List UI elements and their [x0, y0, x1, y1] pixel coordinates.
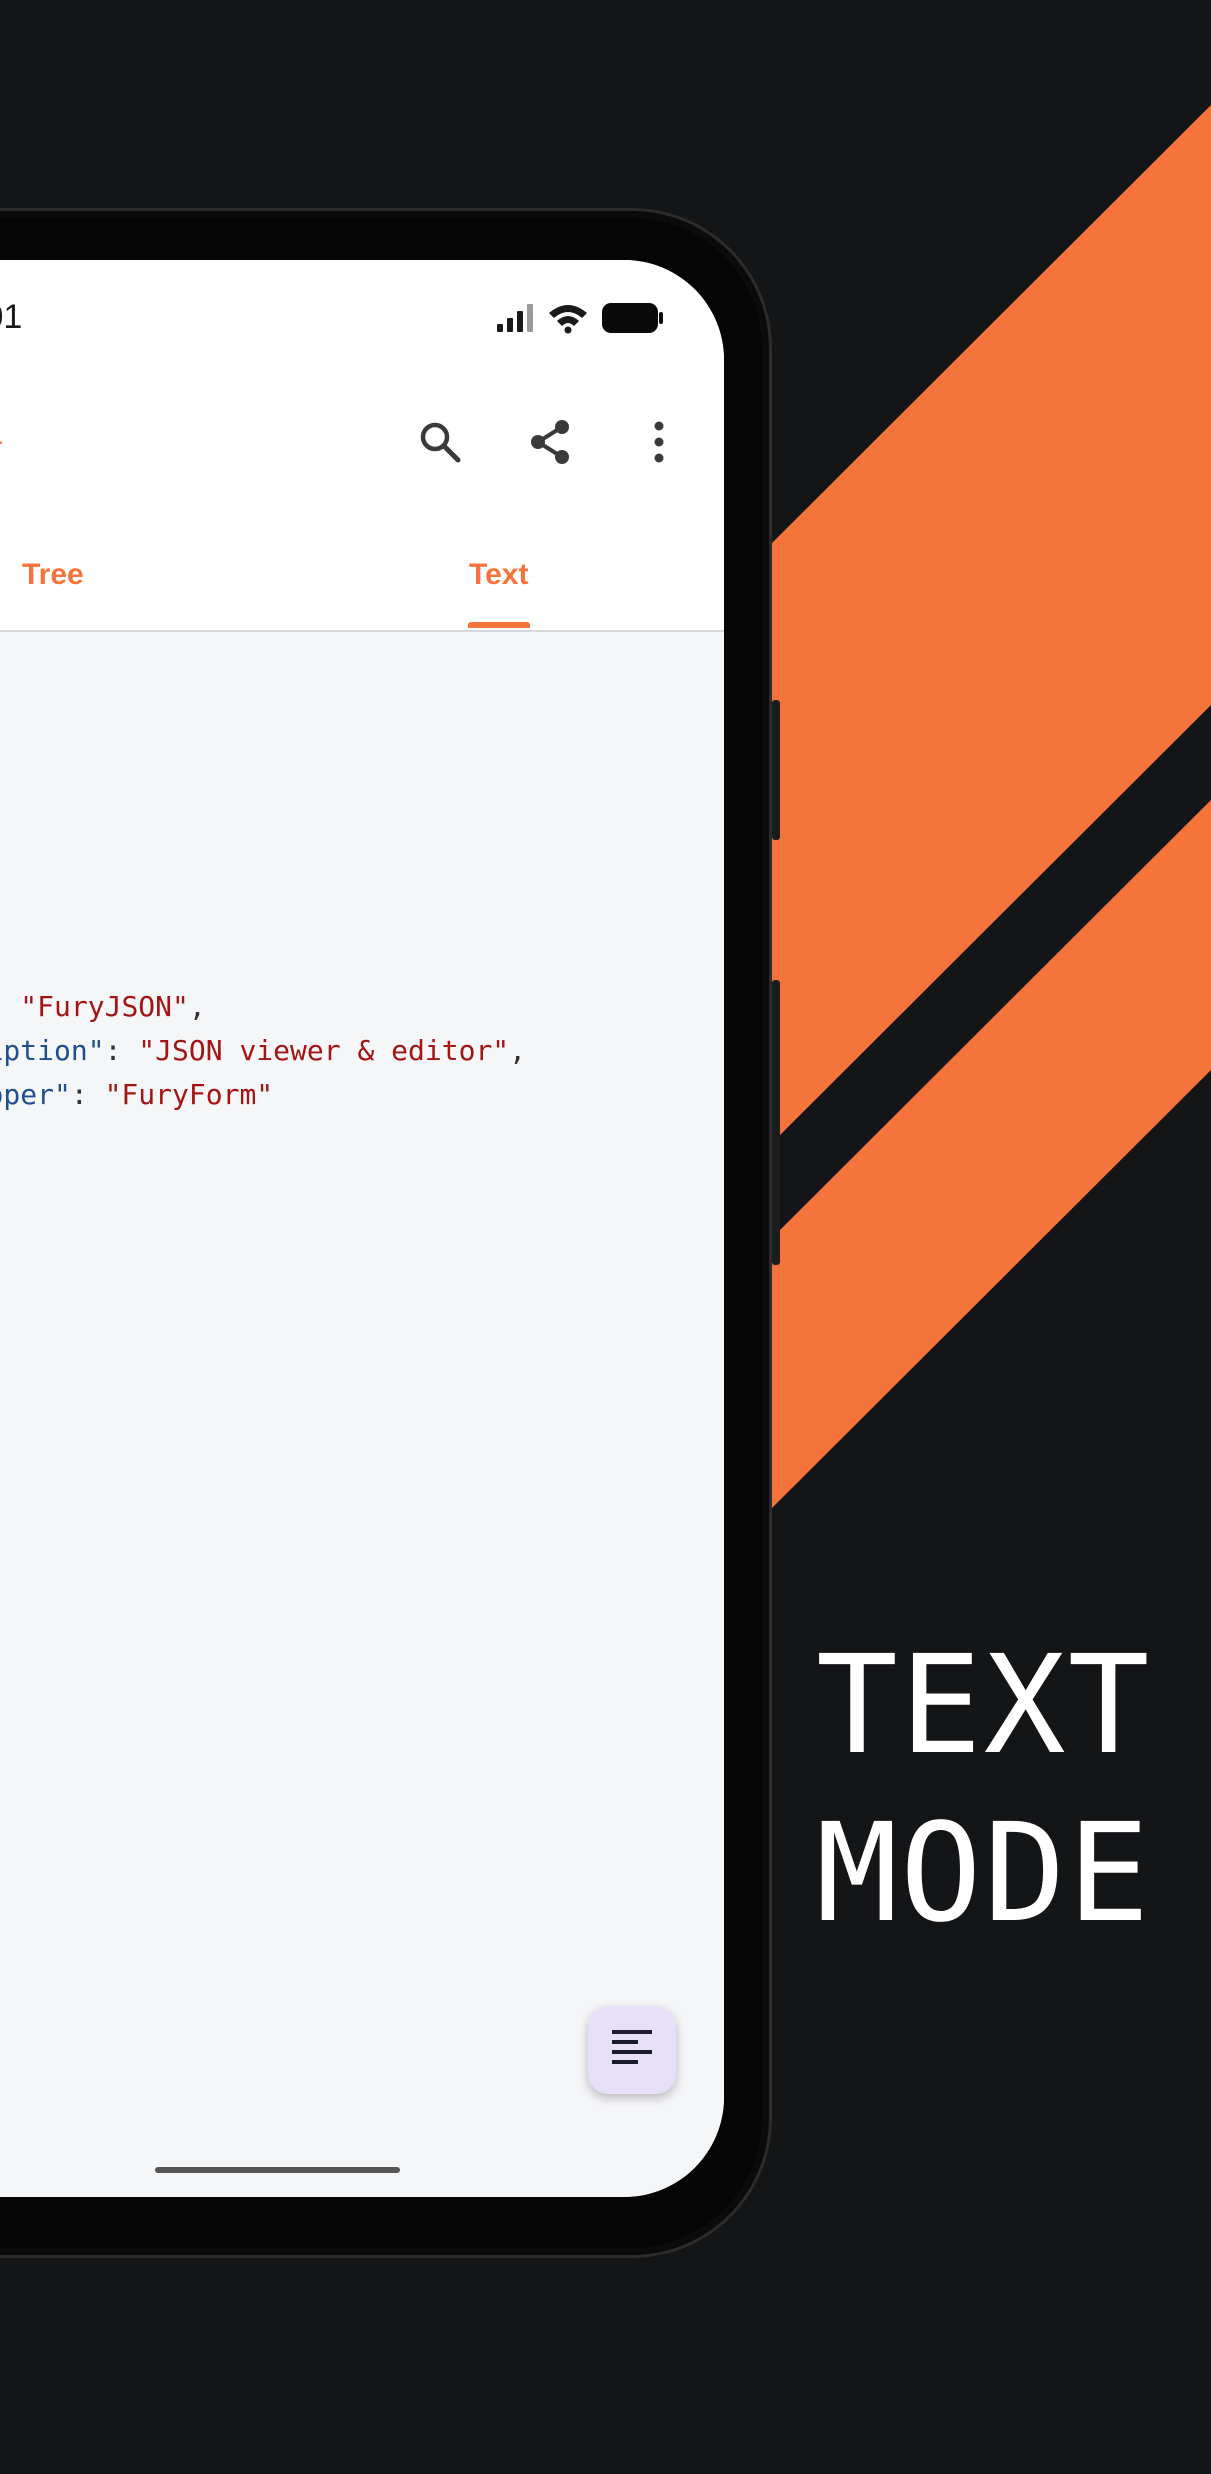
json-separator: :	[0, 990, 20, 1023]
phone-side-button-upper	[772, 700, 780, 840]
phone-screen: :01	[0, 260, 724, 2197]
more-options-button[interactable]	[623, 408, 695, 480]
share-button[interactable]	[514, 408, 586, 480]
status-time: :01	[0, 298, 23, 336]
selected-tab-indicator	[468, 622, 530, 628]
json-punctuation: ,	[509, 1034, 527, 1067]
search-icon	[418, 420, 462, 469]
json-value: "FuryJSON"	[20, 990, 189, 1023]
wifi-icon	[547, 302, 589, 339]
battery-icon	[601, 301, 665, 340]
tab-text[interactable]: Text	[469, 558, 528, 592]
headline-line-1: TEXT	[816, 1627, 1152, 1785]
phone-side-button-lower	[772, 980, 780, 1265]
home-indicator[interactable]	[155, 2167, 400, 2173]
json-separator: :	[104, 1034, 139, 1067]
code-line: me": "FuryJSON",	[0, 990, 206, 1023]
json-text-editor[interactable]: me": "FuryJSON", scription": "JSON viewe…	[0, 632, 724, 2197]
view-tabs: Tree Text	[0, 530, 724, 632]
format-button[interactable]	[588, 2006, 676, 2094]
toolbar-title: }	[0, 422, 5, 462]
share-icon	[527, 418, 573, 471]
json-value: "JSON viewer & editor"	[138, 1034, 510, 1067]
format-align-icon	[612, 2028, 652, 2073]
json-value: "FuryForm"	[104, 1078, 274, 1111]
code-line: scription": "JSON viewer & editor",	[0, 1034, 526, 1067]
json-separator: :	[70, 1078, 105, 1111]
headline-line-2: MODE	[816, 1795, 1152, 1953]
json-key: veloper"	[0, 1078, 71, 1111]
promo-canvas: :01	[0, 0, 1211, 2474]
status-bar: :01	[0, 260, 724, 380]
tab-tree[interactable]: Tree	[22, 558, 84, 592]
app-toolbar: }	[0, 380, 724, 530]
more-vert-icon	[653, 420, 665, 469]
json-punctuation: ,	[188, 990, 206, 1023]
code-line: veloper": "FuryForm"	[0, 1078, 273, 1111]
search-button[interactable]	[404, 408, 476, 480]
signal-icon	[495, 302, 535, 339]
json-key: scription"	[0, 1034, 105, 1067]
status-icons	[495, 300, 665, 340]
